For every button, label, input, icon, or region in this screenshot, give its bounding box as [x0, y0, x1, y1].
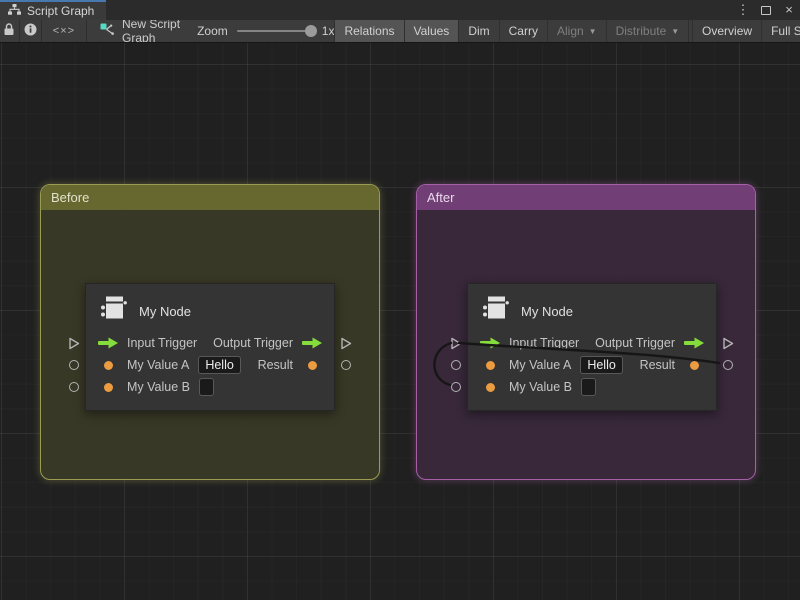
toggle-relations[interactable]: Relations: [334, 20, 403, 42]
external-trigger-port-right[interactable]: [721, 336, 735, 350]
info-button[interactable]: [20, 20, 42, 42]
node-header: My Node: [481, 295, 573, 327]
external-trigger-port-left[interactable]: [67, 336, 81, 350]
trigger-arrow-icon: [682, 337, 706, 349]
overview-button[interactable]: Overview: [692, 20, 761, 42]
group-after-header[interactable]: After: [417, 185, 755, 210]
value-b-field[interactable]: [199, 378, 214, 396]
port-result[interactable]: Result: [595, 354, 706, 376]
lock-button[interactable]: [0, 20, 20, 42]
unit-node-icon: [481, 295, 511, 327]
maximize-icon[interactable]: [761, 6, 771, 15]
value-port-icon: [682, 361, 706, 370]
window-controls: ⋮ ×: [736, 0, 796, 20]
distribute-dropdown[interactable]: Distribute ▼: [606, 20, 689, 42]
value-b-field[interactable]: [581, 378, 596, 396]
trigger-arrow-icon: [478, 337, 502, 349]
value-port-icon: [300, 361, 324, 370]
code-preview-button[interactable]: <×>: [42, 20, 87, 42]
external-value-port-left[interactable]: [67, 380, 81, 394]
zoom-value: 1x: [322, 24, 335, 38]
script-graph-window: Script Graph ⋮ ×: [0, 0, 800, 600]
node-title: My Node: [139, 304, 191, 319]
value-port-icon: [96, 361, 120, 370]
align-dropdown[interactable]: Align ▼: [547, 20, 606, 42]
external-value-port-left[interactable]: [449, 358, 463, 372]
external-value-port-right[interactable]: [721, 358, 735, 372]
node-title: My Node: [521, 304, 573, 319]
trigger-arrow-icon: [96, 337, 120, 349]
tab-script-graph[interactable]: Script Graph: [0, 0, 106, 20]
graph-canvas[interactable]: Before After My Nod: [0, 43, 800, 600]
chevron-down-icon: ▼: [671, 27, 679, 36]
group-before-header[interactable]: Before: [41, 185, 379, 210]
port-my-value-b[interactable]: My Value B: [96, 376, 241, 398]
lock-icon: [3, 23, 15, 39]
external-trigger-port-right[interactable]: [339, 336, 353, 350]
code-icon: <×>: [53, 25, 75, 37]
fullscreen-button[interactable]: Full Scr: [761, 20, 800, 42]
port-output-trigger[interactable]: Output Trigger: [213, 332, 324, 354]
toggle-values[interactable]: Values: [404, 20, 459, 42]
zoom-slider-handle[interactable]: [305, 25, 317, 37]
tab-title: Script Graph: [27, 4, 94, 18]
port-output-trigger[interactable]: Output Trigger: [595, 332, 706, 354]
tab-strip: Script Graph ⋮ ×: [0, 0, 800, 20]
toggle-dim[interactable]: Dim: [458, 20, 498, 42]
script-graph-icon: [100, 23, 115, 39]
toggle-carry[interactable]: Carry: [499, 20, 547, 42]
unit-node-icon: [99, 295, 129, 327]
zoom-label: Zoom: [197, 24, 228, 38]
value-port-icon: [478, 361, 502, 370]
value-port-icon: [96, 383, 120, 392]
graph-hierarchy-icon: [8, 4, 21, 18]
external-value-port-left[interactable]: [449, 380, 463, 394]
external-value-port-left[interactable]: [67, 358, 81, 372]
my-node-after[interactable]: My Node Input Trigger My Value A Hello M…: [467, 283, 717, 411]
trigger-arrow-icon: [300, 337, 324, 349]
zoom-control: Zoom 1x: [197, 20, 334, 42]
external-value-port-right[interactable]: [339, 358, 353, 372]
graph-name: New Script Graph: [122, 20, 183, 43]
graph-name-label: New Script Graph: [87, 20, 197, 42]
external-trigger-port-left[interactable]: [449, 336, 463, 350]
menu-dots-icon[interactable]: ⋮: [736, 0, 750, 20]
close-icon[interactable]: ×: [782, 0, 796, 20]
graph-toolbar: <×> New Script Graph Zoom 1x Relations: [0, 20, 800, 43]
chevron-down-icon: ▼: [589, 27, 597, 36]
value-port-icon: [478, 383, 502, 392]
info-icon: [24, 23, 37, 39]
port-result[interactable]: Result: [213, 354, 324, 376]
zoom-slider[interactable]: [237, 30, 313, 32]
node-header: My Node: [99, 295, 191, 327]
my-node-before[interactable]: My Node Input Trigger My Value A Hello M…: [85, 283, 335, 411]
port-my-value-b[interactable]: My Value B: [478, 376, 623, 398]
